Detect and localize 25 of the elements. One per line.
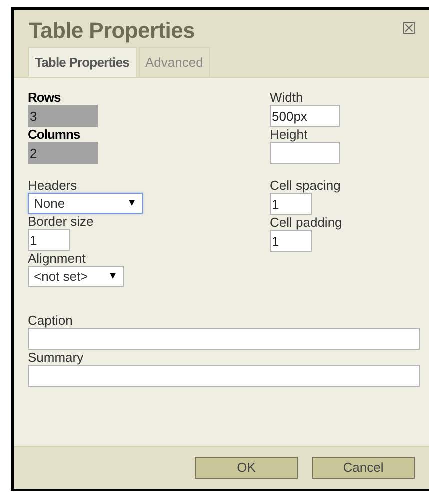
tab[interactable]: Table Properties bbox=[28, 47, 137, 77]
dialog-button[interactable]: OK bbox=[195, 457, 298, 479]
input-field[interactable] bbox=[28, 328, 420, 350]
field-label: Cell spacing bbox=[270, 178, 342, 193]
field-label: Alignment bbox=[28, 251, 87, 266]
field-label: Cell padding bbox=[270, 215, 342, 230]
input-field[interactable] bbox=[28, 365, 420, 387]
input-field[interactable]: 1 bbox=[270, 230, 312, 252]
field-label: Width bbox=[270, 90, 304, 105]
field-label: Summary bbox=[28, 350, 85, 365]
input-field[interactable]: 500px bbox=[270, 105, 340, 127]
dropdown[interactable]: <not set> ▼ bbox=[28, 266, 124, 287]
field-label: Rows bbox=[28, 90, 62, 105]
input-field[interactable] bbox=[270, 142, 340, 164]
dialog-button[interactable]: Cancel bbox=[312, 457, 415, 479]
field-label: Columns bbox=[28, 127, 82, 142]
field-label: Caption bbox=[28, 313, 74, 328]
field-label: Border size bbox=[28, 214, 95, 229]
dropdown[interactable]: None ▼ bbox=[28, 193, 143, 214]
field-label: Height bbox=[270, 127, 309, 142]
input-field[interactable]: 1 bbox=[270, 193, 312, 215]
close-button[interactable]: ☒ bbox=[402, 18, 416, 42]
window-title: Table Properties bbox=[29, 16, 195, 45]
input-field[interactable]: 1 bbox=[28, 229, 70, 251]
field-label: Headers bbox=[28, 178, 78, 193]
